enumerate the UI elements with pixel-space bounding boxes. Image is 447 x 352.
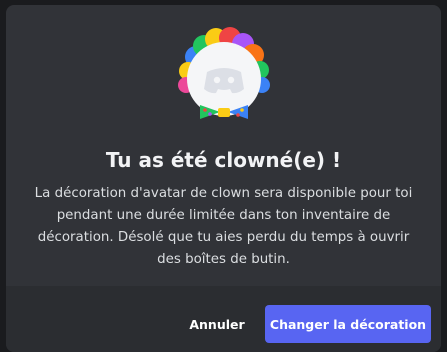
dialog-footer: Annuler Changer la décoration: [6, 286, 441, 352]
dialog-title: Tu as été clowné(e) !: [105, 148, 342, 172]
clown-avatar: [174, 27, 274, 127]
clown-decoration-dialog: Tu as été clowné(e) ! La décoration d'av…: [6, 5, 441, 352]
change-decoration-button[interactable]: Changer la décoration: [265, 305, 431, 343]
dialog-description: La décoration d'avatar de clown sera dis…: [34, 186, 413, 267]
dialog-body: Tu as été clowné(e) ! La décoration d'av…: [6, 5, 441, 286]
cancel-button[interactable]: Annuler: [182, 305, 252, 343]
clown-discord-avatar-icon: [178, 27, 270, 119]
